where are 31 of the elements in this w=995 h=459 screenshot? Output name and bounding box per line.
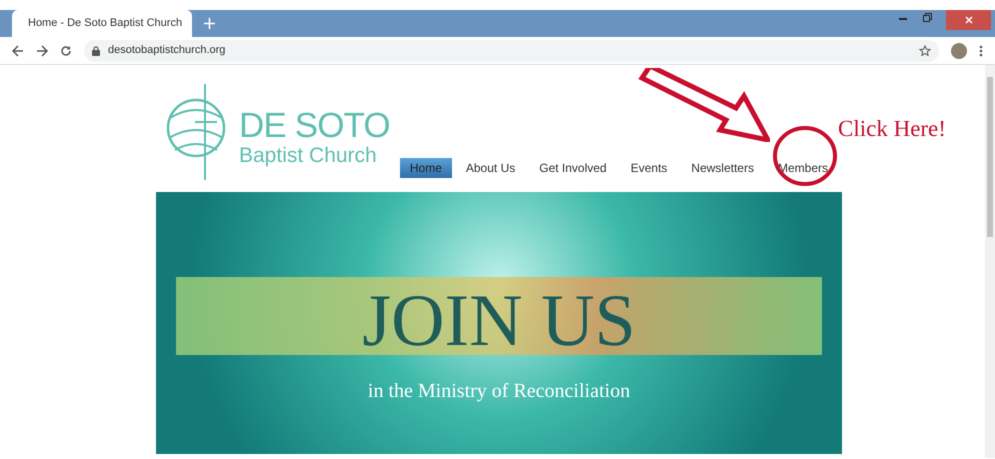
nav-link[interactable]: About Us [456, 158, 526, 178]
menu-icon[interactable] [979, 44, 983, 56]
banner-subheading: in the Ministry of Reconciliation [368, 379, 630, 404]
arrow-annotation-icon [636, 68, 770, 142]
close-window-button[interactable] [946, 10, 991, 30]
close-icon [964, 16, 972, 24]
nav-link[interactable]: Get Involved [529, 158, 617, 178]
nav-link[interactable]: Newsletters [681, 158, 764, 178]
nav-link[interactable]: Events [620, 158, 678, 178]
lock-icon [92, 46, 100, 56]
reload-icon[interactable] [60, 44, 72, 56]
circle-annotation-icon [772, 125, 838, 187]
new-tab-icon[interactable] [204, 18, 215, 29]
profile-avatar[interactable] [951, 42, 967, 58]
nav-link[interactable]: Members [768, 158, 838, 178]
address-bar[interactable]: desotobaptistchurch.org [84, 40, 939, 62]
forward-arrow-icon[interactable] [36, 44, 48, 56]
nav-link[interactable]: Home [400, 158, 452, 178]
star-icon[interactable] [919, 44, 931, 56]
minimize-icon[interactable] [899, 18, 907, 21]
globe-cross-logo-icon [165, 82, 227, 180]
back-arrow-icon[interactable] [12, 44, 24, 56]
restore-icon[interactable] [923, 13, 932, 22]
browser-tab[interactable]: Home - De Soto Baptist Church [12, 10, 192, 37]
click-here-annotation: Click Here! [838, 115, 946, 143]
url-text: desotobaptistchurch.org [108, 43, 226, 58]
logo-title: DE SOTO [239, 108, 390, 143]
banner-heading: JOIN US [362, 284, 636, 358]
logo-subtitle: Baptist Church [239, 145, 378, 166]
tab-title: Home - De Soto Baptist Church [28, 16, 182, 32]
scrollbar[interactable] [985, 65, 995, 458]
